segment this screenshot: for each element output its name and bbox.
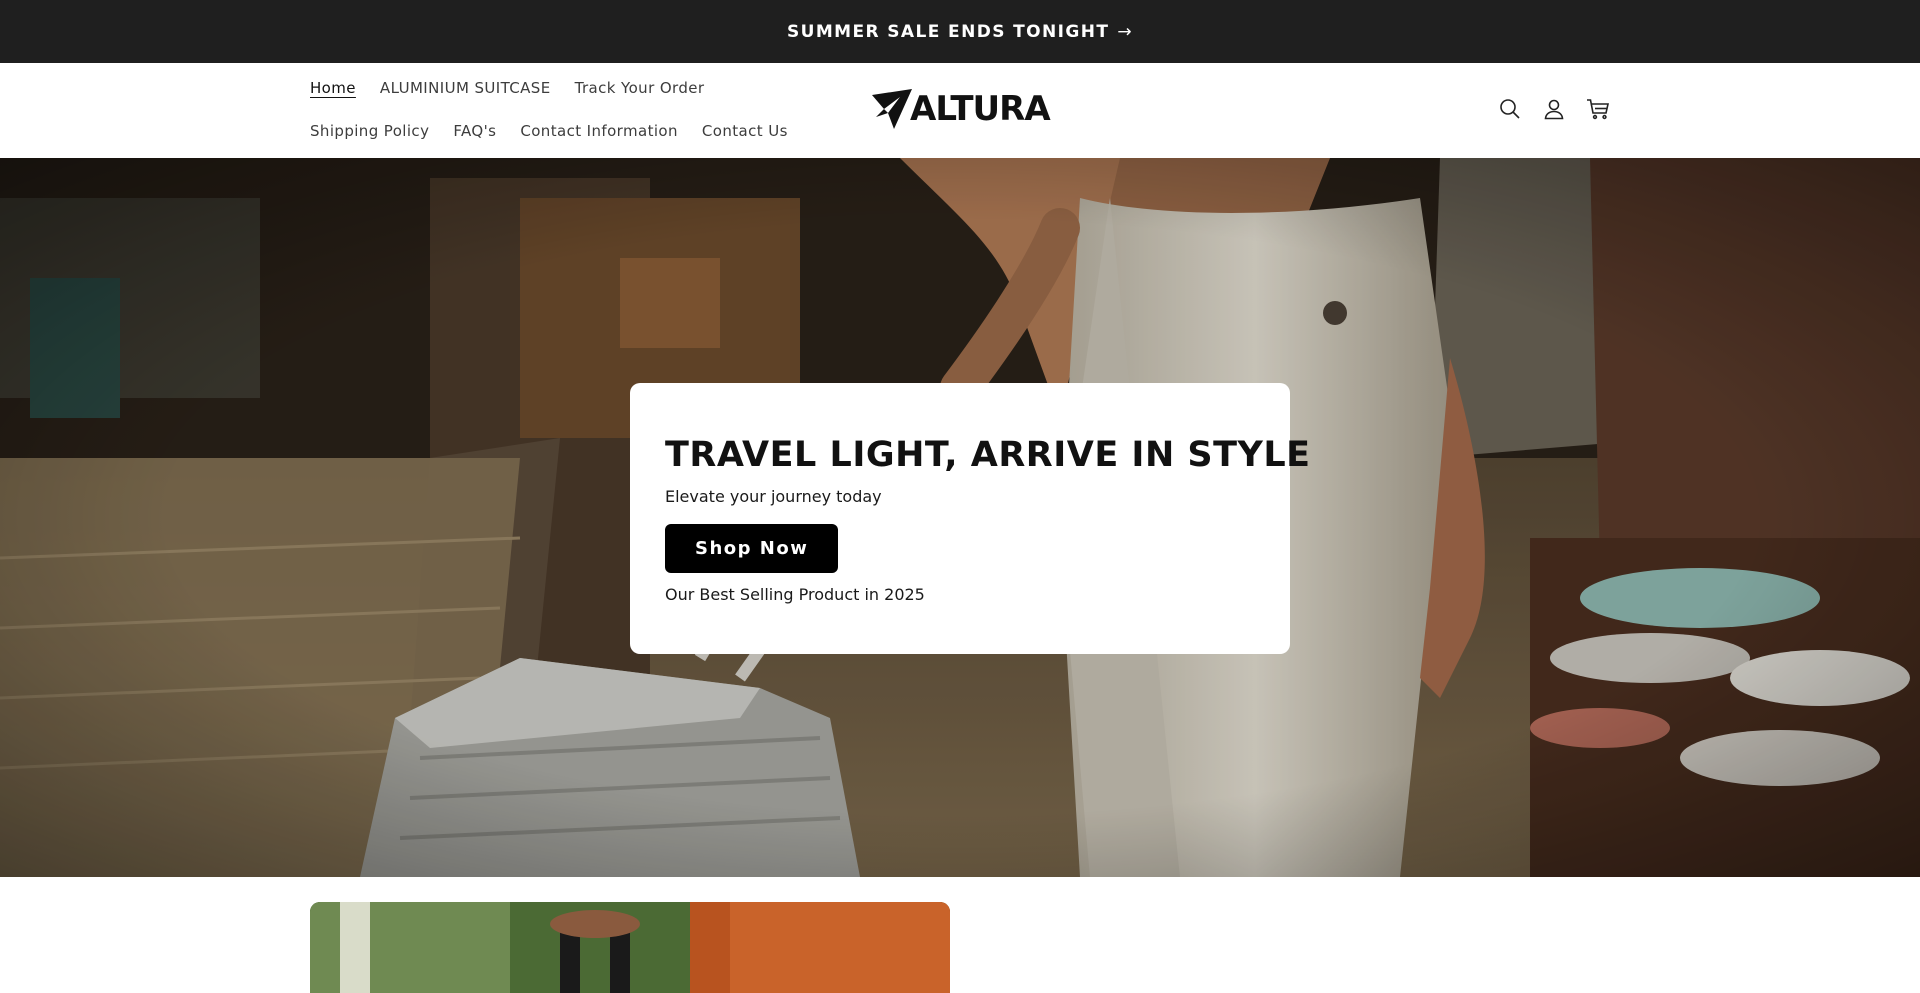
- nav-link-contact-us[interactable]: Contact Us: [702, 121, 788, 141]
- header-actions: [1496, 95, 1628, 123]
- hero-note: Our Best Selling Product in 2025: [665, 585, 925, 604]
- cart-icon[interactable]: [1584, 95, 1612, 123]
- arrow-right-icon: →: [1117, 21, 1133, 42]
- logo-text: ALTURA: [910, 89, 1051, 129]
- nav-link-track-order[interactable]: Track Your Order: [575, 78, 705, 98]
- nav-link-shipping-policy[interactable]: Shipping Policy: [310, 121, 429, 141]
- site-header: Home ALUMINIUM SUITCASE Track Your Order…: [0, 63, 1920, 159]
- nav-link-faqs[interactable]: FAQ's: [453, 121, 496, 141]
- account-icon[interactable]: [1540, 95, 1568, 123]
- nav-link-home[interactable]: Home: [310, 78, 356, 98]
- announcement-bar[interactable]: SUMMER SALE ENDS TONIGHT →: [0, 0, 1920, 63]
- nav-row-primary: Home ALUMINIUM SUITCASE Track Your Order: [310, 78, 728, 98]
- brand-logo[interactable]: ALTURA: [870, 86, 1051, 132]
- featured-product-image[interactable]: [310, 902, 950, 993]
- nav-row-secondary: Shipping Policy FAQ's Contact Informatio…: [310, 121, 812, 141]
- search-icon[interactable]: [1496, 95, 1524, 123]
- hero-banner: TRAVEL LIGHT, ARRIVE IN STYLE Elevate yo…: [0, 158, 1920, 877]
- hero-card: TRAVEL LIGHT, ARRIVE IN STYLE Elevate yo…: [630, 383, 1311, 654]
- nav-link-contact-information[interactable]: Contact Information: [520, 121, 678, 141]
- product-photo: [310, 902, 950, 993]
- shop-now-button[interactable]: Shop Now: [665, 524, 839, 573]
- plane-logo-icon: [872, 89, 912, 129]
- hero-title: TRAVEL LIGHT, ARRIVE IN STYLE: [665, 435, 1311, 475]
- announcement-text[interactable]: SUMMER SALE ENDS TONIGHT: [787, 22, 1109, 42]
- hero-subtitle: Elevate your journey today: [665, 487, 882, 506]
- nav-link-aluminium-suitcase[interactable]: ALUMINIUM SUITCASE: [380, 78, 551, 98]
